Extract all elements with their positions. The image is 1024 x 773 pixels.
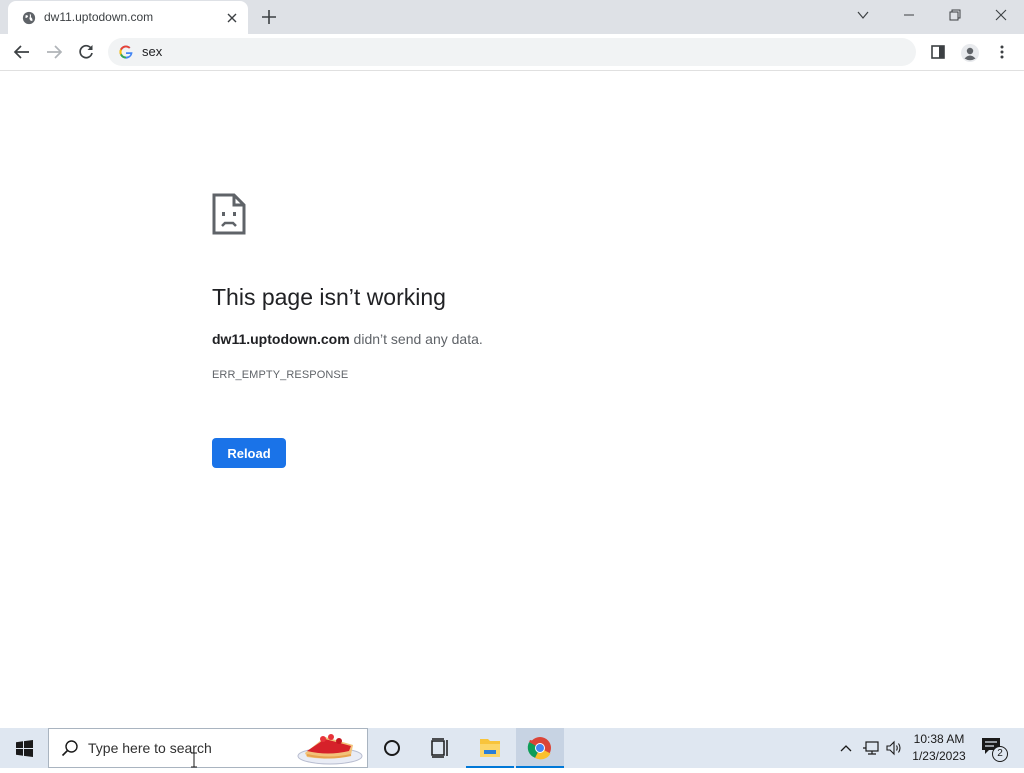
- task-view-icon: [431, 738, 448, 758]
- new-tab-icon[interactable]: [260, 8, 278, 26]
- tab-title: dw11.uptodown.com: [44, 10, 154, 24]
- browser-toolbar: [0, 34, 1024, 71]
- folder-icon: [480, 739, 500, 757]
- profile-button[interactable]: [955, 38, 983, 66]
- close-icon: [995, 9, 1007, 21]
- start-button[interactable]: [0, 728, 48, 768]
- cortana-button[interactable]: [368, 728, 416, 768]
- chevron-down-icon: [857, 11, 869, 19]
- notification-center-button[interactable]: 2: [980, 736, 1008, 762]
- taskbar-search-box[interactable]: Type here to search: [48, 728, 368, 768]
- sad-page-icon: [212, 193, 246, 235]
- side-panel-icon: [931, 45, 945, 59]
- error-message-text: didn’t send any data.: [349, 331, 483, 347]
- chrome-taskbar-button[interactable]: [516, 728, 564, 768]
- close-window-button[interactable]: [978, 0, 1024, 30]
- more-vert-icon: [1000, 45, 1004, 59]
- tab-strip: dw11.uptodown.com: [0, 0, 1024, 34]
- error-host: dw11.uptodown.com: [212, 331, 350, 347]
- address-input[interactable]: [142, 44, 742, 59]
- globe-icon: [22, 11, 36, 25]
- reload-button[interactable]: Reload: [212, 438, 286, 468]
- taskbar: Type here to search 10:38 AM 1/23/2023 2: [0, 728, 1024, 768]
- error-code: ERR_EMPTY_RESPONSE: [212, 369, 349, 381]
- error-message: dw11.uptodown.com didn’t send any data.: [212, 331, 483, 347]
- pie-illustration-icon: [297, 734, 363, 765]
- side-panel-button[interactable]: [924, 38, 952, 66]
- network-icon[interactable]: [862, 740, 880, 756]
- address-bar[interactable]: [108, 38, 916, 66]
- clock-time: 10:38 AM: [913, 732, 965, 746]
- file-explorer-button[interactable]: [466, 728, 514, 768]
- close-tab-icon[interactable]: [224, 10, 240, 26]
- forward-button[interactable]: [40, 38, 68, 66]
- clock-date: 1/23/2023: [912, 749, 966, 763]
- profile-icon: [961, 44, 979, 62]
- tab-search-button[interactable]: [840, 0, 886, 30]
- volume-icon[interactable]: [885, 740, 903, 756]
- chevron-up-icon[interactable]: [838, 740, 854, 756]
- reload-nav-button[interactable]: [72, 38, 100, 66]
- chrome-icon: [527, 737, 551, 760]
- minimize-icon: [904, 14, 914, 16]
- back-button[interactable]: [8, 38, 36, 66]
- cortana-icon: [384, 740, 400, 756]
- search-icon: [61, 740, 78, 757]
- task-view-button[interactable]: [416, 728, 464, 768]
- reload-icon: [79, 44, 93, 59]
- arrow-right-icon: [47, 45, 63, 59]
- notification-count-badge: 2: [992, 746, 1008, 762]
- error-title: This page isn’t working: [212, 284, 446, 310]
- browser-tab[interactable]: dw11.uptodown.com: [8, 1, 248, 34]
- google-g-icon: [119, 45, 133, 59]
- restore-icon: [949, 9, 961, 21]
- taskbar-clock[interactable]: 10:38 AM 1/23/2023: [908, 731, 970, 765]
- arrow-left-icon: [13, 45, 29, 59]
- menu-button[interactable]: [988, 38, 1016, 66]
- minimize-button[interactable]: [886, 0, 932, 30]
- text-cursor-icon: [191, 752, 197, 768]
- restore-button[interactable]: [932, 0, 978, 30]
- windows-logo-icon: [16, 740, 33, 757]
